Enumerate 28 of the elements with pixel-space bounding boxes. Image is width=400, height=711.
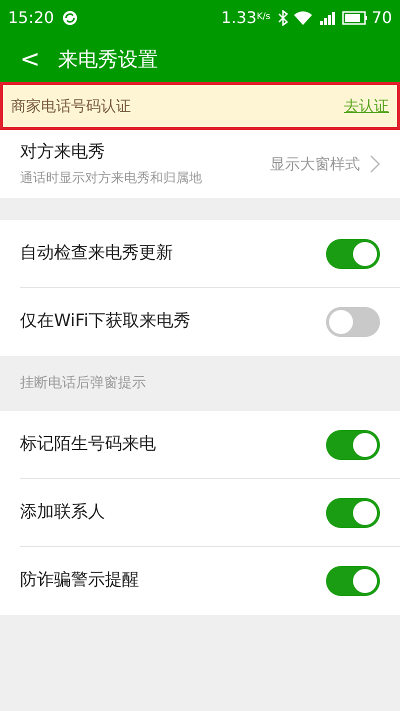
verify-link[interactable]: 去认证 [344,94,389,118]
toggle-switch[interactable] [326,498,380,528]
wifi-icon [293,10,314,26]
toggle-switch[interactable] [326,430,380,460]
back-button[interactable]: < [20,46,40,70]
toggle-switch[interactable] [326,566,380,596]
setting-label: 防诈骗警示提醒 [20,569,139,592]
signal-icon [318,10,337,26]
setting-description: 通话时显示对方来电秀和归属地 [20,170,203,188]
toggle-switch[interactable] [326,307,380,337]
toggle-switch[interactable] [326,238,380,268]
setting-label: 仅在WiFi下获取来电秀 [20,310,190,334]
setting-label: 添加联系人 [20,500,105,524]
battery-level-text: 70 [372,6,392,28]
setting-label: 自动检查来电秀更新 [20,242,173,265]
setting-value: 显示大窗样式 [270,154,360,175]
verification-notice: 商家电话号码认证 [11,96,131,117]
battery-icon [342,11,368,26]
clock-text: 15:20 [8,6,54,28]
page-title: 来电秀设置 [58,46,158,72]
setting-label: 标记陌生号码来电 [20,432,156,456]
sync-icon [62,10,78,26]
chevron-right-icon [370,155,380,173]
network-speed-text: 1.33 [221,6,257,28]
section-header: 挂断电话后弹窗提示 [19,374,147,393]
setting-label: 对方来电秀 [20,140,106,164]
speed-unit-text: K/s [256,10,270,24]
bluetooth-icon [278,10,288,26]
